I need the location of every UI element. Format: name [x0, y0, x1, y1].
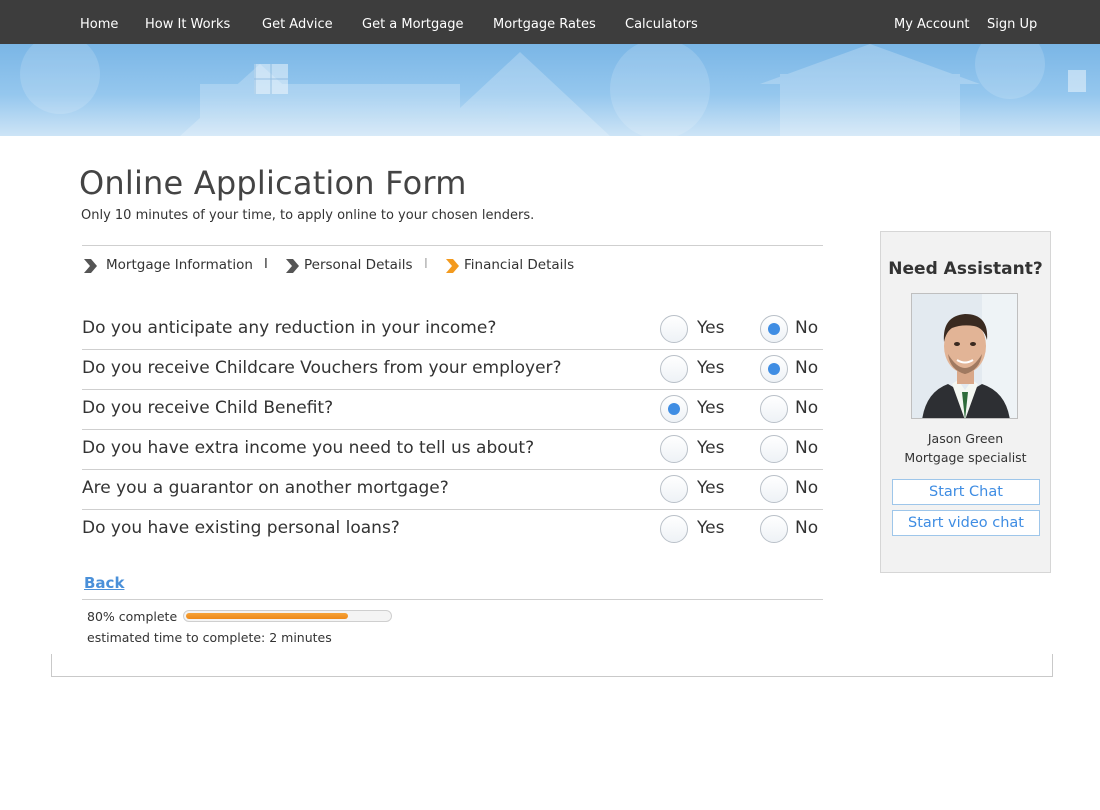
agent-name: Jason Green	[927, 431, 1004, 446]
nav-get-a-mortgage[interactable]: Get a Mortgage	[362, 0, 463, 44]
step-breadcrumb: Mortgage Information I Personal Details …	[82, 255, 822, 277]
question-row: Do you anticipate any reduction in your …	[82, 314, 823, 354]
nav-get-advice[interactable]: Get Advice	[262, 0, 333, 44]
question-text: Do you anticipate any reduction in your …	[82, 318, 497, 338]
chevron-right-icon	[84, 259, 97, 273]
divider-bottom	[82, 599, 823, 600]
progress-fill	[186, 613, 348, 619]
step-label: Mortgage Information	[106, 257, 253, 273]
nav-home[interactable]: Home	[80, 0, 118, 44]
radio-yes[interactable]	[660, 395, 688, 423]
question-text: Do you have extra income you need to tel…	[82, 438, 535, 458]
start-chat-button[interactable]: Start Chat	[892, 479, 1040, 505]
question-row: Are you a guarantor on another mortgage?…	[82, 474, 823, 514]
row-divider	[82, 509, 823, 510]
progress-bar	[183, 610, 392, 622]
nav-how-it-works[interactable]: How It Works	[145, 0, 230, 44]
back-link[interactable]: Back	[84, 574, 124, 592]
page-subtitle: Only 10 minutes of your time, to apply o…	[81, 208, 535, 223]
option-label-yes: Yes	[697, 398, 725, 418]
question-text: Do you receive Childcare Vouchers from y…	[82, 358, 562, 378]
avatar	[911, 293, 1018, 419]
option-label-no: No	[795, 478, 819, 498]
option-label-yes: Yes	[697, 358, 725, 378]
chevron-right-icon	[286, 259, 299, 273]
option-label-yes: Yes	[697, 438, 725, 458]
nav-calculators[interactable]: Calculators	[625, 0, 698, 44]
option-label-no: No	[795, 438, 819, 458]
radio-no[interactable]	[760, 475, 788, 503]
step-separator: I	[264, 257, 268, 272]
hero-banner	[0, 44, 1100, 136]
step-separator: I	[424, 257, 428, 272]
assistant-panel: Need Assistant? Jason Green Mortgage spe…	[880, 231, 1051, 573]
row-divider	[82, 469, 823, 470]
nav-sign-up[interactable]: Sign Up	[987, 0, 1037, 44]
hero-house-illustration	[20, 44, 1086, 136]
question-row: Do you receive Child Benefit? Yes No	[82, 394, 823, 434]
question-row: Do you have existing personal loans? Yes N…	[82, 514, 823, 554]
nav-mortgage-rates[interactable]: Mortgage Rates	[493, 0, 596, 44]
content-frame-bottom	[51, 654, 1053, 677]
radio-yes[interactable]	[660, 515, 688, 543]
question-text: Do you receive Child Benefit?	[82, 398, 334, 418]
radio-no[interactable]	[760, 435, 788, 463]
radio-no[interactable]	[760, 515, 788, 543]
option-label-yes: Yes	[697, 518, 725, 538]
row-divider	[82, 429, 823, 430]
chevron-right-icon	[446, 259, 459, 273]
page-title: Online Application Form	[79, 164, 467, 202]
option-label-no: No	[795, 358, 819, 378]
row-divider	[82, 349, 823, 350]
option-label-no: No	[795, 398, 819, 418]
option-label-no: No	[795, 318, 819, 338]
agent-role: Mortgage specialist	[904, 450, 1027, 465]
radio-yes[interactable]	[660, 315, 688, 343]
question-text: Do you have existing personal loans?	[82, 518, 400, 538]
progress-label: 80% complete	[87, 609, 178, 624]
divider-top	[82, 245, 823, 246]
radio-no[interactable]	[760, 395, 788, 423]
radio-yes[interactable]	[660, 355, 688, 383]
row-divider	[82, 389, 823, 390]
radio-no[interactable]	[760, 315, 788, 343]
agent-portrait	[912, 294, 1017, 418]
option-label-no: No	[795, 518, 819, 538]
question-row: Do you have extra income you need to tel…	[82, 434, 823, 474]
option-label-yes: Yes	[697, 318, 725, 338]
assistant-heading: Need Assistant?	[888, 259, 1043, 279]
top-nav: Home How It Works Get Advice Get a Mortg…	[0, 0, 1100, 44]
step-label: Personal Details	[304, 257, 413, 273]
start-video-chat-button[interactable]: Start video chat	[892, 510, 1040, 536]
question-text: Are you a guarantor on another mortgage?	[82, 478, 449, 498]
nav-my-account[interactable]: My Account	[894, 0, 970, 44]
option-label-yes: Yes	[697, 478, 725, 498]
estimated-time: estimated time to complete: 2 minutes	[87, 630, 332, 645]
radio-yes[interactable]	[660, 435, 688, 463]
radio-no[interactable]	[760, 355, 788, 383]
radio-yes[interactable]	[660, 475, 688, 503]
question-row: Do you receive Childcare Vouchers from y…	[82, 354, 823, 394]
step-label: Financial Details	[464, 257, 575, 273]
